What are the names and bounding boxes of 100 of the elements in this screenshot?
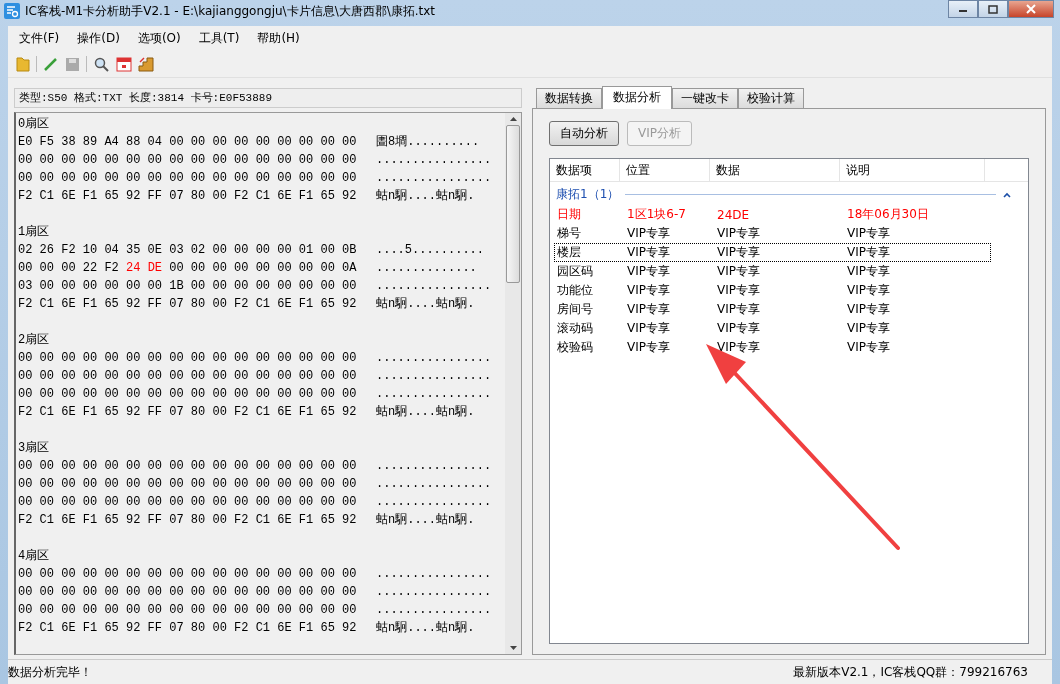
- list-cell-text: VIP专享: [626, 263, 671, 280]
- list-row[interactable]: 梯号 VIP专享 VIP专享 VIP专享: [554, 224, 991, 243]
- ascii-line: 蛄n駉....蛄n駉.: [376, 620, 475, 637]
- group-header[interactable]: 康拓1（1）: [556, 186, 620, 203]
- list-cell-text: VIP专享: [846, 320, 891, 337]
- ascii-line: 蛄n駉....蛄n駉.: [376, 404, 475, 421]
- sector-title: 4扇区: [18, 548, 51, 565]
- ascii-line: ..............: [376, 260, 477, 277]
- ascii-line: ................: [376, 368, 492, 385]
- hex-line: 00 00 00 00 00 00 00 00 00 00 00 00 00 00 00 00: [18, 386, 358, 403]
- version-info: 最新版本V2.1，IC客栈QQ群：799216763: [793, 663, 1028, 681]
- list-cell-text: VIP专享: [846, 339, 891, 356]
- sector-title: 0扇区: [18, 116, 51, 133]
- list-cell-text: VIP专享: [716, 225, 761, 242]
- ascii-line: ................: [376, 476, 492, 493]
- hex-line: F2 C1 6E F1 65 92 FF 07 80 00 F2 C1 6E F1 65 92: [18, 188, 358, 205]
- ascii-line: ................: [376, 170, 492, 187]
- list-cell-text: 功能位: [556, 282, 594, 299]
- menu-item[interactable]: 选项(O): [130, 29, 188, 48]
- list-row[interactable]: 功能位 VIP专享 VIP专享 VIP专享: [554, 281, 991, 300]
- chart-icon[interactable]: [138, 56, 154, 72]
- list-cell-text: VIP专享: [846, 301, 891, 318]
- scrollbar[interactable]: [505, 113, 521, 654]
- list-cell-text: VIP专享: [626, 339, 671, 356]
- list-row[interactable]: 日期 1区1块6-7 24DE 18年06月30日: [554, 205, 991, 224]
- list-cell-text: VIP专享: [846, 263, 891, 280]
- tab[interactable]: 数据转换: [536, 88, 602, 108]
- sector-title: 1扇区: [18, 224, 51, 241]
- window-title: IC客栈-M1卡分析助手V2.1 - E:\kajianggongju\卡片信息\大唐西郡\康拓.txt: [25, 2, 436, 20]
- hex-line: 00 00 00 00 00 00 00 00 00 00 00 00 00 00 00 00: [18, 476, 358, 493]
- list-cell-text: VIP专享: [716, 320, 761, 337]
- hex-line: 00 00 00 00 00 00 00 00 00 00 00 00 00 00 00 00: [18, 602, 358, 619]
- list-cell-text: VIP专享: [846, 282, 891, 299]
- ascii-line: ................: [376, 602, 492, 619]
- tab[interactable]: 校验计算: [738, 88, 804, 108]
- sector-title: 2扇区: [18, 332, 51, 349]
- list-cell-text: 楼层: [556, 244, 582, 261]
- tab[interactable]: 一键改卡: [672, 88, 738, 108]
- analyze-button[interactable]: 自动分析: [549, 121, 619, 146]
- column-header[interactable]: 说明: [840, 159, 985, 181]
- app-icon: [4, 3, 20, 19]
- list-row[interactable]: 校验码 VIP专享 VIP专享 VIP专享: [554, 338, 991, 357]
- pencil-icon[interactable]: [43, 56, 59, 72]
- menu-item[interactable]: 帮助(H): [250, 29, 307, 48]
- search-icon[interactable]: [93, 55, 110, 73]
- minimize-button[interactable]: [948, 0, 978, 18]
- tab[interactable]: 数据分析: [602, 86, 672, 109]
- list-row[interactable]: 楼层 VIP专享 VIP专享 VIP专享: [554, 243, 991, 262]
- list-cell-text: VIP专享: [846, 225, 891, 242]
- list-cell-text: VIP专享: [716, 244, 761, 261]
- close-button[interactable]: [1008, 0, 1054, 18]
- scroll-thumb[interactable]: [506, 125, 520, 283]
- menu-item[interactable]: 文件(F): [12, 29, 67, 48]
- list-cell-text: VIP专享: [626, 244, 671, 261]
- hex-line: 00 00 00 00 00 00 00 00 00 00 00 00 00 00 00 00: [18, 494, 358, 511]
- list-cell-text: VIP专享: [626, 320, 671, 337]
- list-row[interactable]: 园区码 VIP专享 VIP专享 VIP专享: [554, 262, 991, 281]
- ascii-line: 蛄n駉....蛄n駉.: [376, 296, 475, 313]
- hex-line: F2 C1 6E F1 65 92 FF 07 80 00 F2 C1 6E F1 65 92: [18, 620, 358, 637]
- hex-line: 00 00 00 00 00 00 00 00 00 00 00 00 00 00 00 00: [18, 170, 358, 187]
- list-cell-text: VIP专享: [626, 301, 671, 318]
- hex-line: F2 C1 6E F1 65 92 FF 07 80 00 F2 C1 6E F1 65 92: [18, 404, 358, 421]
- hex-line: 00 00 00 00 00 00 00 00 00 00 00 00 00 00 00 00: [18, 584, 358, 601]
- ascii-line: 蛄n駉....蛄n駉.: [376, 512, 475, 529]
- folder-icon[interactable]: [16, 56, 30, 72]
- collapse-icon[interactable]: [1002, 190, 1012, 199]
- ascii-line: ................: [376, 152, 492, 169]
- column-header[interactable]: 数据: [710, 159, 840, 181]
- list-cell-text: 滚动码: [556, 320, 594, 337]
- list-cell-text: VIP专享: [626, 225, 671, 242]
- list-row[interactable]: 滚动码 VIP专享 VIP专享 VIP专享: [554, 319, 991, 338]
- column-header[interactable]: 位置: [620, 159, 710, 181]
- ascii-line: ................: [376, 386, 492, 403]
- card-info-bar: 类型:S50 格式:TXT 长度:3814 卡号:E0F53889: [14, 88, 522, 108]
- list-cell-text: 房间号: [556, 301, 594, 318]
- maximize-button[interactable]: [978, 0, 1008, 18]
- list-row[interactable]: 房间号 VIP专享 VIP专享 VIP专享: [554, 300, 991, 319]
- column-header[interactable]: 数据项: [550, 159, 620, 181]
- ascii-line: ................: [376, 350, 492, 367]
- maximize-icon: [988, 4, 998, 14]
- menu-item[interactable]: 操作(D): [70, 29, 127, 48]
- status-text: 数据分析完毕！: [8, 663, 92, 681]
- list-cell-text: 校验码: [556, 339, 594, 356]
- list-cell-text: VIP专享: [716, 263, 761, 280]
- ascii-line: 蛄n駉....蛄n駉.: [376, 188, 475, 205]
- hex-line: E0 F5 38 89 A4 88 04 00 00 00 00 00 00 00 00 00: [18, 134, 358, 151]
- sector-title: 3扇区: [18, 440, 51, 457]
- hex-line: 00 00 00 00 00 00 00 00 00 00 00 00 00 00 00 00: [18, 350, 358, 367]
- hex-line: F2 C1 6E F1 65 92 FF 07 80 00 F2 C1 6E F1 65 92: [18, 512, 358, 529]
- ascii-line: ................: [376, 584, 492, 601]
- list-cell-text: VIP专享: [626, 282, 671, 299]
- ascii-line: 圕8墹..........: [376, 134, 480, 151]
- hex-line: F2 C1 6E F1 65 92 FF 07 80 00 F2 C1 6E F1 65 92: [18, 296, 358, 313]
- close-icon: [1026, 4, 1036, 14]
- calendar-icon[interactable]: [116, 56, 132, 72]
- hex-line: 02 26 F2 10 04 35 0E 03 02 00 00 00 00 01 00 0B: [18, 242, 358, 259]
- menu-item[interactable]: 工具(T): [191, 29, 247, 48]
- ascii-line: ................: [376, 278, 492, 295]
- list-cell-text: 园区码: [556, 263, 594, 280]
- hex-line: 00 00 00 00 00 00 00 00 00 00 00 00 00 00 00 00: [18, 458, 358, 475]
